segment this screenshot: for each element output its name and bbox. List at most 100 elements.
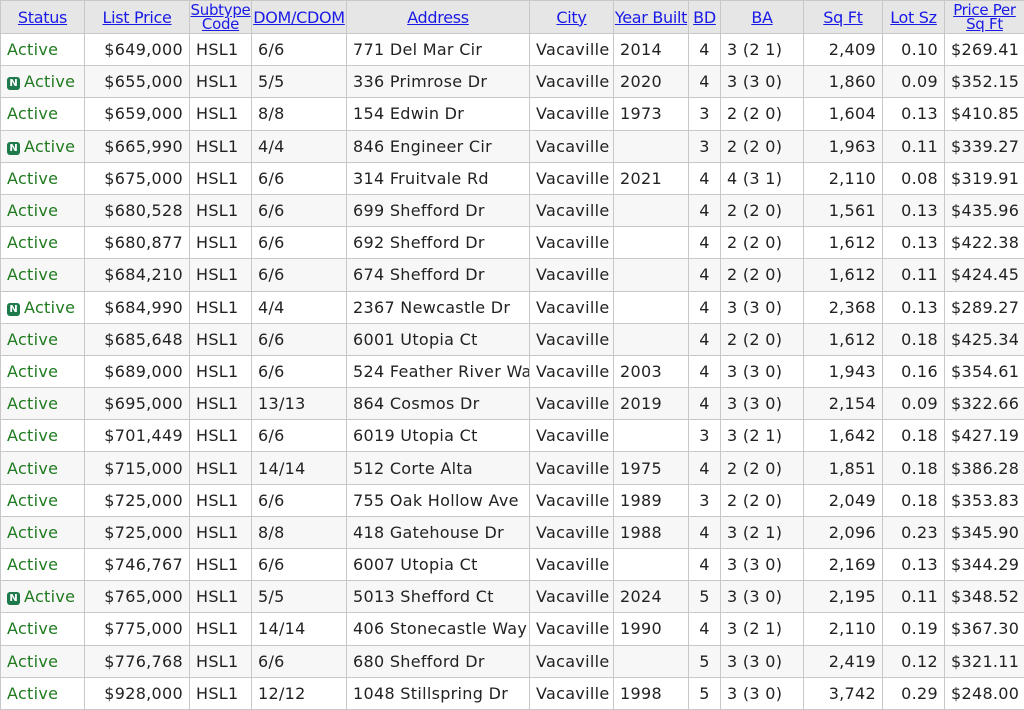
listing-price-per-sq-ft: $425.34 [945,323,1024,355]
listing-lot-size: 0.11 [883,130,945,162]
listing-ba: 3 (3 0) [721,291,804,323]
table-row[interactable]: NActive$665,990HSL14/4846 Engineer CirVa… [1,130,1024,162]
listing-year-built [614,194,689,226]
listing-bd: 5 [689,677,721,709]
sort-subtype-code-link[interactable]: SubtypeCode [190,3,251,31]
header-subtype-code: SubtypeCode [190,1,252,34]
sort-year-built-link[interactable]: Year Built [615,8,687,27]
listing-ba: 2 (2 0) [721,452,804,484]
listing-lot-size: 0.09 [883,66,945,98]
listing-dom-cdom: 6/6 [252,194,347,226]
status-label: Active [7,104,58,123]
status-label: Active [7,40,58,59]
listing-bd: 4 [689,388,721,420]
listing-city: Vacaville [530,194,614,226]
listing-subtype: HSL1 [190,98,252,130]
table-row[interactable]: Active$725,000HSL16/6755 Oak Hollow AveV… [1,484,1024,516]
listing-year-built [614,549,689,581]
table-row[interactable]: Active$928,000HSL112/121048 Stillspring … [1,677,1024,709]
listing-lot-size: 0.13 [883,98,945,130]
listing-year-built: 2024 [614,581,689,613]
table-row[interactable]: NActive$765,000HSL15/55013 Shefford CtVa… [1,581,1024,613]
listing-subtype: HSL1 [190,549,252,581]
listing-year-built: 1998 [614,677,689,709]
listing-sq-ft: 2,409 [804,34,883,66]
listing-price-per-sq-ft: $427.19 [945,420,1024,452]
listing-subtype: HSL1 [190,516,252,548]
listing-dom-cdom: 6/6 [252,227,347,259]
listing-ba: 3 (2 1) [721,34,804,66]
table-row[interactable]: Active$775,000HSL114/14406 Stonecastle W… [1,613,1024,645]
status-label: Active [7,426,58,445]
listing-price: $649,000 [85,34,190,66]
listing-address: 512 Corte Alta [347,452,530,484]
listing-city: Vacaville [530,355,614,387]
status-label: Active [7,652,58,671]
sort-sq-ft-link[interactable]: Sq Ft [823,8,862,27]
table-row[interactable]: Active$659,000HSL18/8154 Edwin DrVacavil… [1,98,1024,130]
listing-year-built [614,130,689,162]
listing-price: $655,000 [85,66,190,98]
sort-status-link[interactable]: Status [18,8,67,27]
sort-price-per-sq-ft-link[interactable]: Price PerSq Ft [945,3,1024,31]
listing-subtype: HSL1 [190,323,252,355]
listing-dom-cdom: 6/6 [252,484,347,516]
listing-price-per-sq-ft: $348.52 [945,581,1024,613]
table-row[interactable]: Active$776,768HSL16/6680 Shefford DrVaca… [1,645,1024,677]
listing-dom-cdom: 5/5 [252,581,347,613]
table-row[interactable]: Active$684,210HSL16/6674 Shefford DrVaca… [1,259,1024,291]
listing-price-per-sq-ft: $386.28 [945,452,1024,484]
table-row[interactable]: Active$746,767HSL16/66007 Utopia CtVacav… [1,549,1024,581]
listing-price: $684,990 [85,291,190,323]
listing-sq-ft: 2,096 [804,516,883,548]
sort-dom-cdom-link[interactable]: DOM/CDOM [253,8,345,27]
listing-dom-cdom: 5/5 [252,66,347,98]
listing-ba: 3 (2 1) [721,613,804,645]
table-row[interactable]: Active$685,648HSL16/66001 Utopia CtVacav… [1,323,1024,355]
table-row[interactable]: Active$680,877HSL16/6692 Shefford DrVaca… [1,227,1024,259]
sort-address-link[interactable]: Address [407,8,469,27]
listing-sq-ft: 3,742 [804,677,883,709]
listing-year-built: 2003 [614,355,689,387]
sort-list-price-link[interactable]: List Price [102,8,171,27]
table-row[interactable]: Active$675,000HSL16/6314 Fruitvale RdVac… [1,162,1024,194]
listing-status: Active [1,323,85,355]
listing-price: $725,000 [85,516,190,548]
listing-sq-ft: 1,612 [804,323,883,355]
sort-bd-link[interactable]: BD [693,8,716,27]
header-bd: BD [689,1,721,34]
table-row[interactable]: Active$701,449HSL16/66019 Utopia CtVacav… [1,420,1024,452]
status-label: Active [7,491,58,510]
listing-status: Active [1,613,85,645]
listing-bd: 3 [689,484,721,516]
listing-sq-ft: 2,110 [804,613,883,645]
table-body: Active$649,000HSL16/6771 Del Mar CirVaca… [1,34,1024,710]
listing-address: 1048 Stillspring Dr [347,677,530,709]
table-row[interactable]: Active$689,000HSL16/6524 Feather River W… [1,355,1024,387]
table-row[interactable]: Active$725,000HSL18/8418 Gatehouse DrVac… [1,516,1024,548]
table-row[interactable]: Active$680,528HSL16/6699 Shefford DrVaca… [1,194,1024,226]
listing-year-built: 1988 [614,516,689,548]
listing-address: 6019 Utopia Ct [347,420,530,452]
listing-year-built [614,259,689,291]
listing-address: 2367 Newcastle Dr [347,291,530,323]
sort-lot-sz-link[interactable]: Lot Sz [890,8,937,27]
table-row[interactable]: NActive$655,000HSL15/5336 Primrose DrVac… [1,66,1024,98]
listing-dom-cdom: 6/6 [252,162,347,194]
table-row[interactable]: Active$649,000HSL16/6771 Del Mar CirVaca… [1,34,1024,66]
listing-status: Active [1,484,85,516]
table-row[interactable]: Active$715,000HSL114/14512 Corte AltaVac… [1,452,1024,484]
listing-price: $746,767 [85,549,190,581]
header-sq-ft: Sq Ft [804,1,883,34]
listing-lot-size: 0.23 [883,516,945,548]
listing-bd: 4 [689,291,721,323]
sort-city-link[interactable]: City [556,8,586,27]
sort-ba-link[interactable]: BA [751,8,772,27]
listing-city: Vacaville [530,516,614,548]
table-row[interactable]: NActive$684,990HSL14/42367 Newcastle DrV… [1,291,1024,323]
listing-status: NActive [1,581,85,613]
table-row[interactable]: Active$695,000HSL113/13864 Cosmos DrVaca… [1,388,1024,420]
listing-city: Vacaville [530,66,614,98]
listing-dom-cdom: 8/8 [252,98,347,130]
subtype-code-line2: Code [202,15,239,33]
